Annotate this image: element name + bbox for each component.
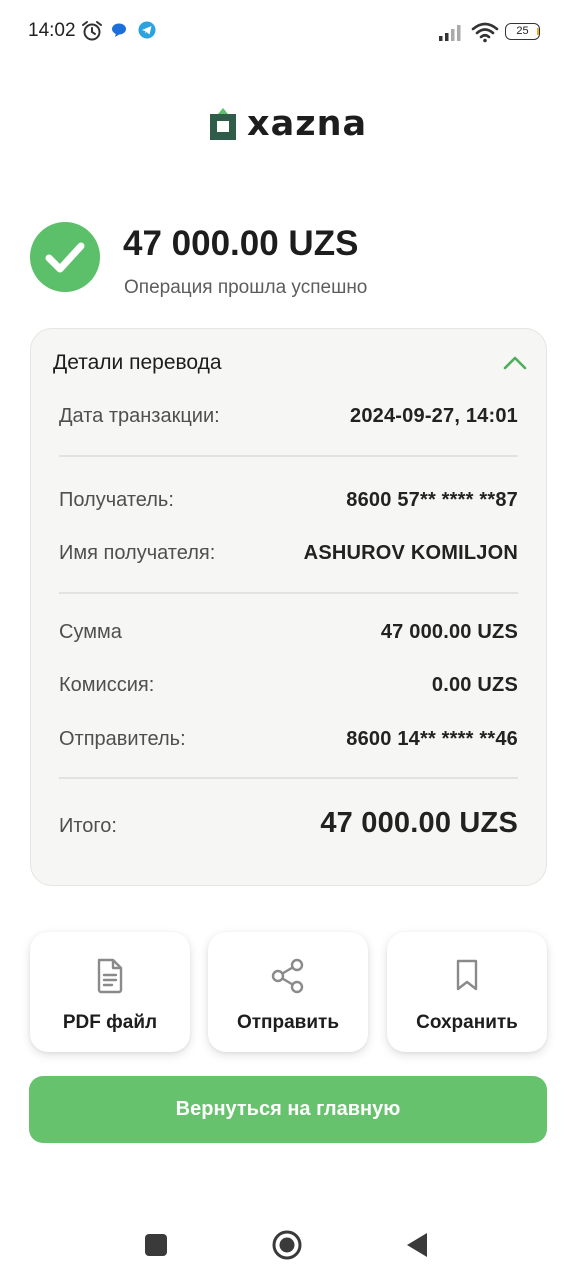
- chevron-up-icon[interactable]: [502, 353, 528, 373]
- recents-nav-button[interactable]: [145, 1234, 167, 1256]
- details-title: Детали перевода: [53, 351, 222, 374]
- detail-row-date: Дата транзакции: 2024-09-27, 14:01: [59, 405, 518, 428]
- return-home-button[interactable]: Вернуться на главную: [29, 1076, 547, 1143]
- chat-bubble-icon: [112, 23, 126, 37]
- pdf-file-label: PDF файл: [62, 1012, 158, 1033]
- detail-label: Сумма: [59, 621, 122, 643]
- transfer-amount: 47 000.00 UZS: [123, 224, 359, 263]
- total-value: 47 000.00 UZS: [320, 807, 518, 839]
- save-label: Сохранить: [416, 1012, 518, 1033]
- detail-label: Итого:: [59, 815, 117, 837]
- brand-logo: xazna: [210, 104, 367, 144]
- detail-value: ASHUROV KOMILJON: [303, 542, 518, 564]
- detail-value: 0.00 UZS: [431, 674, 518, 696]
- detail-row-recipient-name: Имя получателя: ASHUROV KOMILJON: [59, 542, 518, 565]
- back-nav-button[interactable]: [405, 1231, 429, 1259]
- detail-row-sum: Сумма 47 000.00 UZS: [59, 621, 518, 644]
- detail-label: Дата транзакции:: [59, 405, 220, 427]
- logo-text: xazna: [247, 104, 368, 144]
- document-icon: [97, 958, 123, 994]
- divider: [59, 777, 518, 779]
- success-check-icon: [30, 222, 100, 292]
- signal-icon: [439, 25, 461, 41]
- wifi-icon: [471, 22, 499, 43]
- logo-icon: [210, 108, 236, 140]
- detail-row-sender: Отправитель: 8600 14** **** **46: [59, 728, 518, 751]
- bookmark-icon: [456, 959, 478, 991]
- detail-value: 8600 57** **** **87: [346, 489, 518, 511]
- divider: [59, 455, 518, 457]
- detail-value: 2024-09-27, 14:01: [350, 405, 518, 427]
- detail-row-fee: Комиссия: 0.00 UZS: [59, 674, 518, 697]
- transfer-details-card: Детали перевода Дата транзакции: 2024-09…: [30, 328, 547, 886]
- telegram-icon: [138, 21, 156, 39]
- pdf-file-button[interactable]: PDF файл: [30, 932, 190, 1052]
- detail-row-total: Итого: 47 000.00 UZS: [59, 807, 518, 840]
- battery-icon: 25: [505, 23, 540, 40]
- detail-label: Комиссия:: [59, 674, 155, 696]
- save-button[interactable]: Сохранить: [387, 932, 547, 1052]
- share-icon: [271, 958, 304, 994]
- detail-label: Отправитель:: [59, 728, 186, 750]
- battery-level: 25: [516, 25, 529, 37]
- divider: [59, 592, 518, 594]
- detail-value: 8600 14** **** **46: [346, 728, 518, 750]
- status-bar: 14:02 25: [0, 0, 576, 64]
- detail-row-recipient: Получатель: 8600 57** **** **87: [59, 489, 518, 512]
- alarm-icon: [82, 21, 102, 41]
- send-label: Отправить: [236, 1012, 340, 1033]
- operation-status: Операция прошла успешно: [124, 277, 368, 298]
- detail-label: Получатель:: [59, 489, 174, 511]
- status-time: 14:02: [28, 20, 76, 41]
- send-button[interactable]: Отправить: [208, 932, 368, 1052]
- detail-label: Имя получателя:: [59, 542, 216, 564]
- detail-value: 47 000.00 UZS: [380, 621, 518, 643]
- home-nav-button[interactable]: [271, 1229, 303, 1261]
